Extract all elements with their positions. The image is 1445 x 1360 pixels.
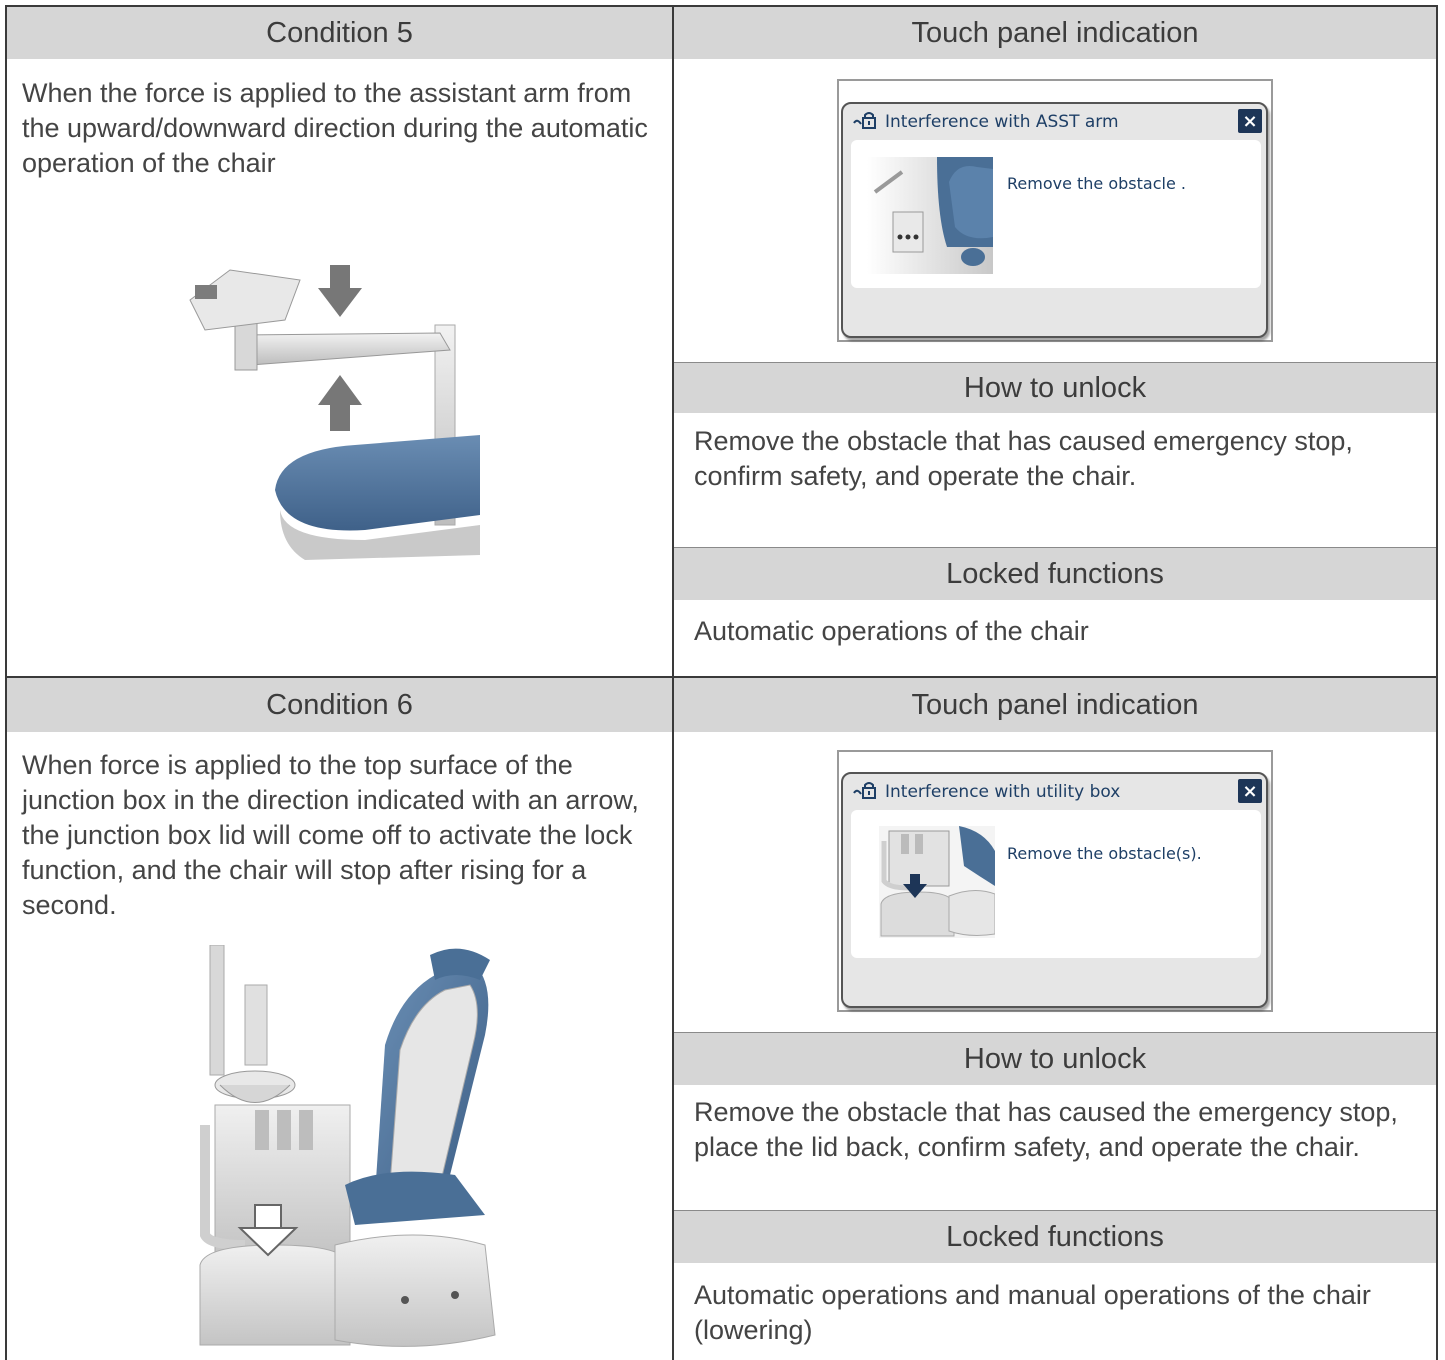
condition5-description: When the force is applied to the assista… bbox=[22, 78, 648, 178]
condition6-locked-text: Automatic operations and manual operatio… bbox=[694, 1280, 1371, 1345]
condition6-description: When force is applied to the top surface… bbox=[22, 750, 639, 920]
assistant-arm-thumbnail bbox=[867, 157, 993, 274]
lock-hand-icon bbox=[851, 110, 879, 132]
condition5-panel-title: Interference with ASST arm bbox=[885, 112, 1119, 132]
condition6-unlock-text: Remove the obstacle that has caused the … bbox=[694, 1097, 1398, 1162]
condition5-locked-header: Locked functions bbox=[674, 548, 1436, 600]
close-icon[interactable]: × bbox=[1238, 109, 1262, 133]
condition5-touch-header: Touch panel indication bbox=[674, 7, 1436, 59]
condition6-unlock-header: How to unlock bbox=[674, 1033, 1436, 1085]
condition6-panel-title: Interference with utility box bbox=[885, 782, 1121, 802]
condition5-unlock-header: How to unlock bbox=[674, 363, 1436, 413]
condition5-header: Condition 5 bbox=[7, 7, 672, 59]
assistant-arm-illustration bbox=[189, 265, 480, 560]
condition6-touch-header: Touch panel indication bbox=[674, 678, 1436, 732]
condition6-header: Condition 6 bbox=[7, 678, 672, 732]
arrow-up-icon bbox=[318, 375, 362, 431]
lock-hand-icon bbox=[851, 780, 879, 802]
condition5-touch-panel: Interference with ASST arm × Remove the … bbox=[841, 102, 1268, 338]
condition6-touch-panel: Interference with utility box × Remove t… bbox=[841, 772, 1268, 1008]
condition6-panel-body: Remove the obstacle(s). bbox=[851, 810, 1261, 958]
condition6-panel-message: Remove the obstacle(s). bbox=[1007, 844, 1202, 863]
condition5-panel-body: Remove the obstacle . bbox=[851, 140, 1261, 288]
dental-unit-illustration bbox=[199, 945, 496, 1347]
utility-box-thumbnail bbox=[879, 826, 995, 938]
condition5-locked-text: Automatic operations of the chair bbox=[694, 616, 1089, 646]
condition6-locked-header: Locked functions bbox=[674, 1211, 1436, 1263]
condition5-unlock-text: Remove the obstacle that has caused emer… bbox=[694, 426, 1353, 491]
close-icon[interactable]: × bbox=[1238, 779, 1262, 803]
table-right-border bbox=[1436, 5, 1438, 1360]
arrow-down-icon bbox=[318, 265, 362, 317]
condition5-panel-message: Remove the obstacle . bbox=[1007, 174, 1186, 193]
